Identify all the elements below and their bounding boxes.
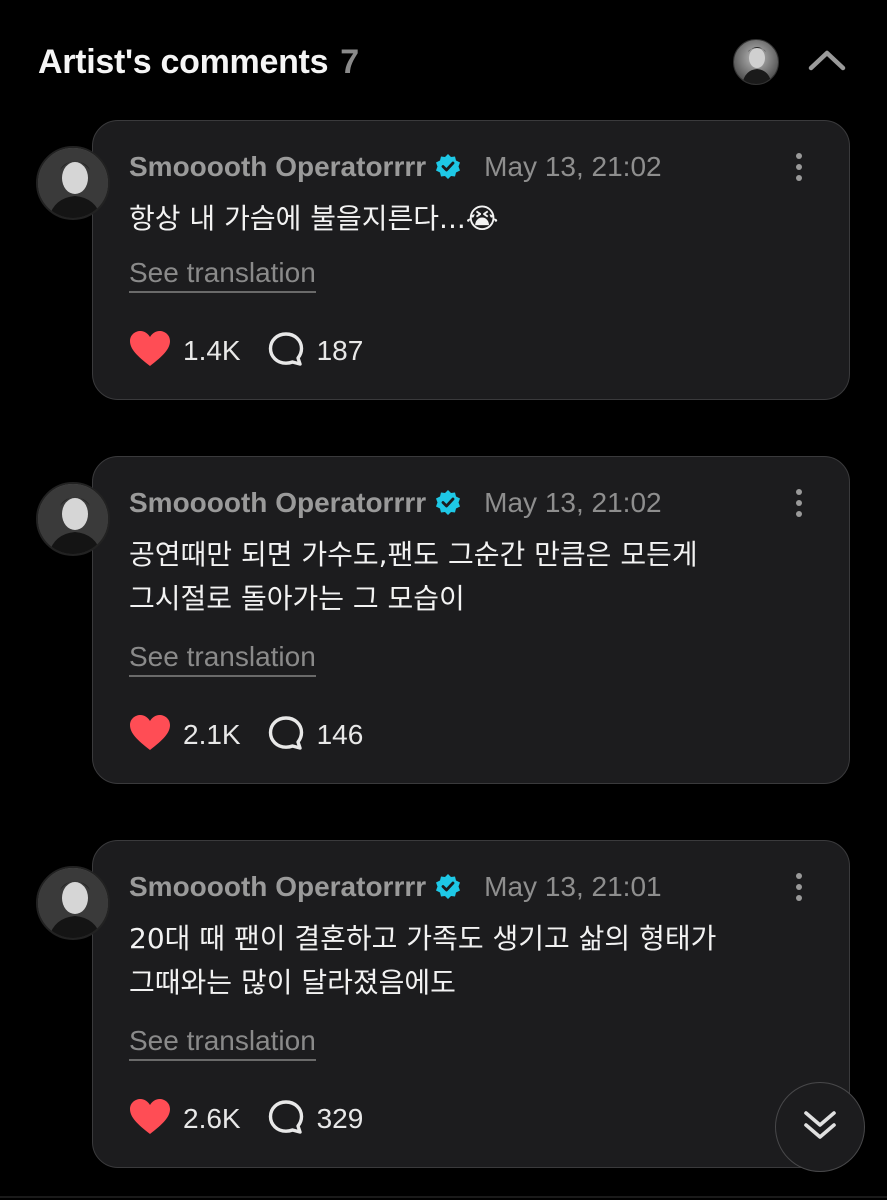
- more-vertical-icon: [796, 873, 802, 879]
- author-name[interactable]: Smooooth Operatorrrr: [129, 871, 426, 903]
- see-translation-link[interactable]: See translation: [129, 257, 316, 293]
- author-name[interactable]: Smooooth Operatorrrr: [129, 487, 426, 519]
- comment-timestamp: May 13, 21:02: [484, 151, 662, 182]
- chevron-up-icon: [808, 48, 846, 76]
- comment-card[interactable]: Smooooth Operatorrrr May 13, 21:01 20대 때…: [92, 840, 850, 1168]
- comment-timestamp: May 13, 21:02: [484, 487, 662, 518]
- divider: [0, 1196, 887, 1198]
- header-actions: [733, 39, 847, 85]
- verified-badge-icon: [434, 489, 462, 517]
- see-translation-link[interactable]: See translation: [129, 641, 316, 677]
- see-translation-link[interactable]: See translation: [129, 1025, 316, 1061]
- comment-text: 20대 때 팬이 결혼하고 가족도 생기고 삶의 형태가 그때와는 많이 달라졌…: [129, 922, 717, 999]
- speech-bubble-icon: [267, 715, 305, 755]
- reply-button[interactable]: 329: [267, 1099, 364, 1139]
- verified-badge-icon: [434, 873, 462, 901]
- speech-bubble-icon: [267, 1099, 305, 1139]
- reply-count: 146: [316, 719, 364, 750]
- comment-item: Smooooth Operatorrrr May 13, 21:02 공연때만 …: [0, 456, 887, 786]
- page-title: Artist's comments: [38, 42, 329, 81]
- like-count: 1.4K: [183, 335, 241, 366]
- comment-item: Smooooth Operatorrrr May 13, 21:02 항상 내 …: [0, 120, 887, 402]
- comment-header: Smooooth Operatorrrr May 13, 21:02: [129, 485, 809, 521]
- comment-timestamp: May 13, 21:01: [484, 871, 662, 902]
- heart-icon: [129, 1098, 171, 1140]
- comment-header: Smooooth Operatorrrr May 13, 21:02: [129, 149, 809, 185]
- comment-text: 항상 내 가슴에 불을지른다...😭: [129, 202, 499, 235]
- more-options-button[interactable]: [789, 485, 809, 521]
- verified-badge-icon: [434, 153, 462, 181]
- comment-actions: 2.1K 146: [129, 713, 363, 757]
- more-vertical-icon: [796, 489, 802, 495]
- like-button[interactable]: 2.1K: [129, 714, 241, 756]
- author-avatar[interactable]: [36, 866, 110, 940]
- heart-icon: [129, 330, 171, 372]
- more-options-button[interactable]: [789, 149, 809, 185]
- heart-icon: [129, 714, 171, 756]
- artist-comments-panel: Artist's comments 7 Smooooth Operatorrrr: [0, 0, 887, 1200]
- scroll-to-bottom-button[interactable]: [775, 1082, 865, 1172]
- comment-text: 공연때만 되면 가수도,팬도 그순간 만큼은 모든게 그시절로 돌아가는 그 모…: [129, 538, 698, 615]
- like-count: 2.6K: [183, 1103, 241, 1134]
- like-button[interactable]: 1.4K: [129, 330, 241, 372]
- reply-count: 329: [316, 1103, 364, 1134]
- comment-count: 7: [340, 42, 360, 81]
- like-count: 2.1K: [183, 719, 241, 750]
- comment-card[interactable]: Smooooth Operatorrrr May 13, 21:02 공연때만 …: [92, 456, 850, 784]
- author-avatar[interactable]: [36, 146, 110, 220]
- comment-actions: 1.4K 187: [129, 329, 363, 373]
- author-avatar[interactable]: [36, 482, 110, 556]
- like-button[interactable]: 2.6K: [129, 1098, 241, 1140]
- comment-card[interactable]: Smooooth Operatorrrr May 13, 21:02 항상 내 …: [92, 120, 850, 400]
- author-name[interactable]: Smooooth Operatorrrr: [129, 151, 426, 183]
- comment-item: Smooooth Operatorrrr May 13, 21:01 20대 때…: [0, 840, 887, 1170]
- reply-button[interactable]: 146: [267, 715, 364, 755]
- comment-header: Smooooth Operatorrrr May 13, 21:01: [129, 869, 809, 905]
- more-vertical-icon: [796, 153, 802, 159]
- speech-bubble-icon: [267, 331, 305, 371]
- reply-button[interactable]: 187: [267, 331, 364, 371]
- comment-actions: 2.6K 329: [129, 1097, 363, 1141]
- reply-count: 187: [316, 335, 364, 366]
- more-options-button[interactable]: [789, 869, 809, 905]
- artist-avatar[interactable]: [733, 39, 779, 85]
- double-chevron-down-icon: [802, 1108, 838, 1146]
- comments-header: Artist's comments 7: [38, 38, 847, 86]
- collapse-button[interactable]: [807, 42, 847, 82]
